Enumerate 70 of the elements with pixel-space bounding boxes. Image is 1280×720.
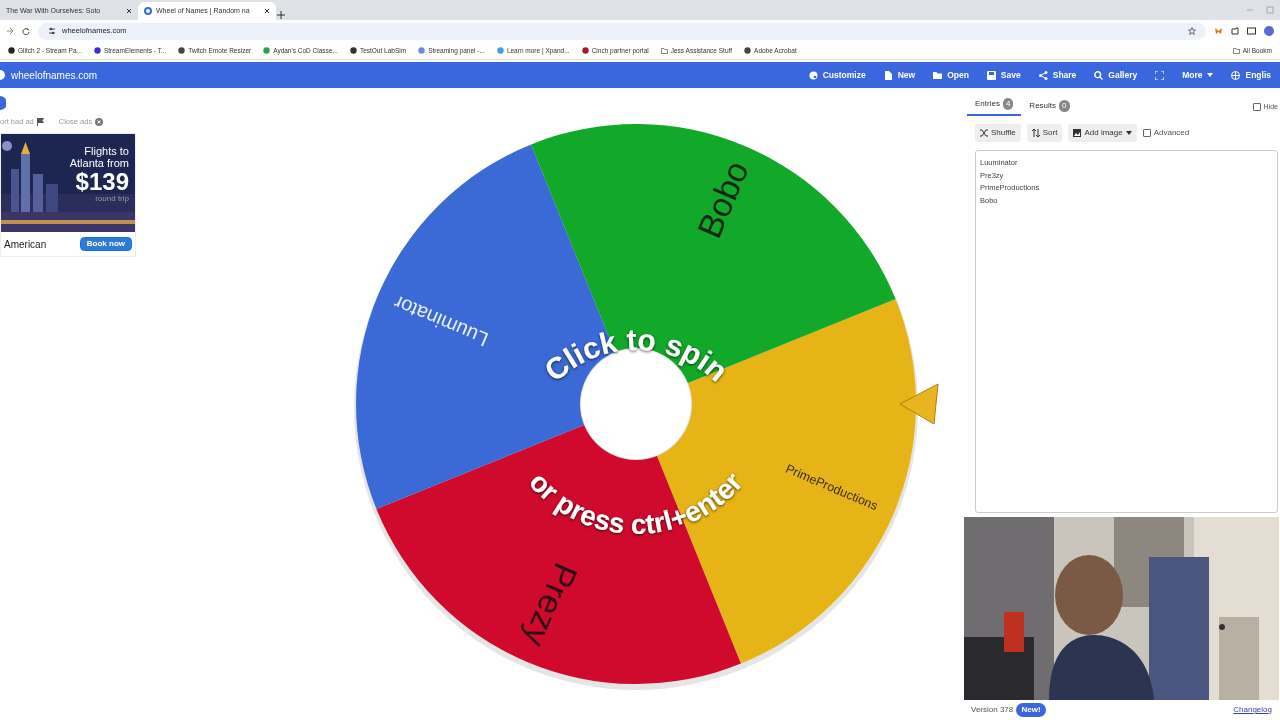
star-icon[interactable] [1188,27,1196,36]
image-icon [1073,129,1082,137]
site-icon [418,47,426,54]
caret-icon [1207,73,1214,77]
profile-avatar[interactable] [1264,26,1274,36]
site-icon [93,47,101,54]
tool-button[interactable]: Add image [1068,124,1137,142]
wheel-slice[interactable] [531,124,896,383]
panel-tab[interactable]: Entries 4 [967,96,1022,116]
share-icon [1038,70,1048,80]
count-badge: 4 [1002,98,1014,110]
reload-icon[interactable] [22,27,30,35]
slice-label: Bobo [689,155,756,244]
nav-button[interactable]: Customize [799,68,875,82]
tool-button[interactable]: Shuffle [975,124,1021,142]
panel-tab[interactable]: Results 0 [1021,98,1078,116]
book-now-button[interactable]: Book now [79,237,132,252]
ad-note: round trip [94,194,129,203]
palette-icon [808,70,818,80]
ad-brand: American [4,237,47,252]
ad-banner[interactable]: Flights to Atlanta from $139 round trip American Book now [0,133,136,258]
new-badge: New! [1016,703,1046,717]
tool-button[interactable]: Sort [1026,124,1063,142]
nav-button[interactable]: Save [977,68,1030,82]
circle-button[interactable] [0,96,6,110]
side-panel-icon[interactable] [1247,27,1256,35]
folder-icon [660,47,668,54]
folder-icon [933,70,943,80]
sort-icon [1031,129,1040,137]
wheel-slice[interactable] [376,425,741,684]
site-icon [581,47,589,54]
fox-icon[interactable] [1214,27,1223,35]
count-badge: 0 [1059,100,1070,112]
search-icon [1094,70,1104,80]
fullscreen-icon [1155,70,1165,80]
site-icon [496,47,504,54]
forward-icon[interactable] [6,27,14,35]
file-icon [883,70,893,80]
site-icon [8,47,15,54]
close-icon[interactable] [126,8,132,14]
site-icon [263,47,271,54]
nav-button[interactable]: Share [1029,68,1086,82]
shuffle-icon [980,129,988,137]
version-text: Version 378 [971,704,1014,716]
nav-button[interactable]: Englis [1222,68,1280,82]
flag-icon[interactable] [36,117,44,126]
save-icon [986,70,996,80]
folder-icon [1232,47,1240,54]
brand-link[interactable]: wheelofnames.com [11,67,98,83]
caret-icon [1125,131,1132,135]
site-icon [178,47,186,54]
ad-headline: Flights to Atlanta from [68,146,129,170]
nav-button[interactable]: Open [924,68,978,82]
logo-icon[interactable] [0,69,8,81]
changelog-link[interactable]: Changelog [1233,704,1272,716]
extensions-icon[interactable] [1231,27,1239,35]
nav-button[interactable]: More [1173,68,1223,82]
site-icon [144,7,152,15]
pointer-icon [899,383,939,425]
site-icon [744,47,752,54]
globe-icon [1231,70,1241,80]
new-tab-icon[interactable] [276,10,286,20]
nav-button[interactable]: Gallery [1085,68,1147,82]
slice-label: Prezy [516,557,586,653]
ad-price: $139 [74,169,129,195]
close-icon[interactable] [264,8,270,14]
advanced-checkbox[interactable]: Advanced [1142,127,1190,139]
nav-button[interactable]: New [874,68,925,82]
site-settings-icon[interactable] [48,27,56,35]
site-icon [349,47,357,54]
